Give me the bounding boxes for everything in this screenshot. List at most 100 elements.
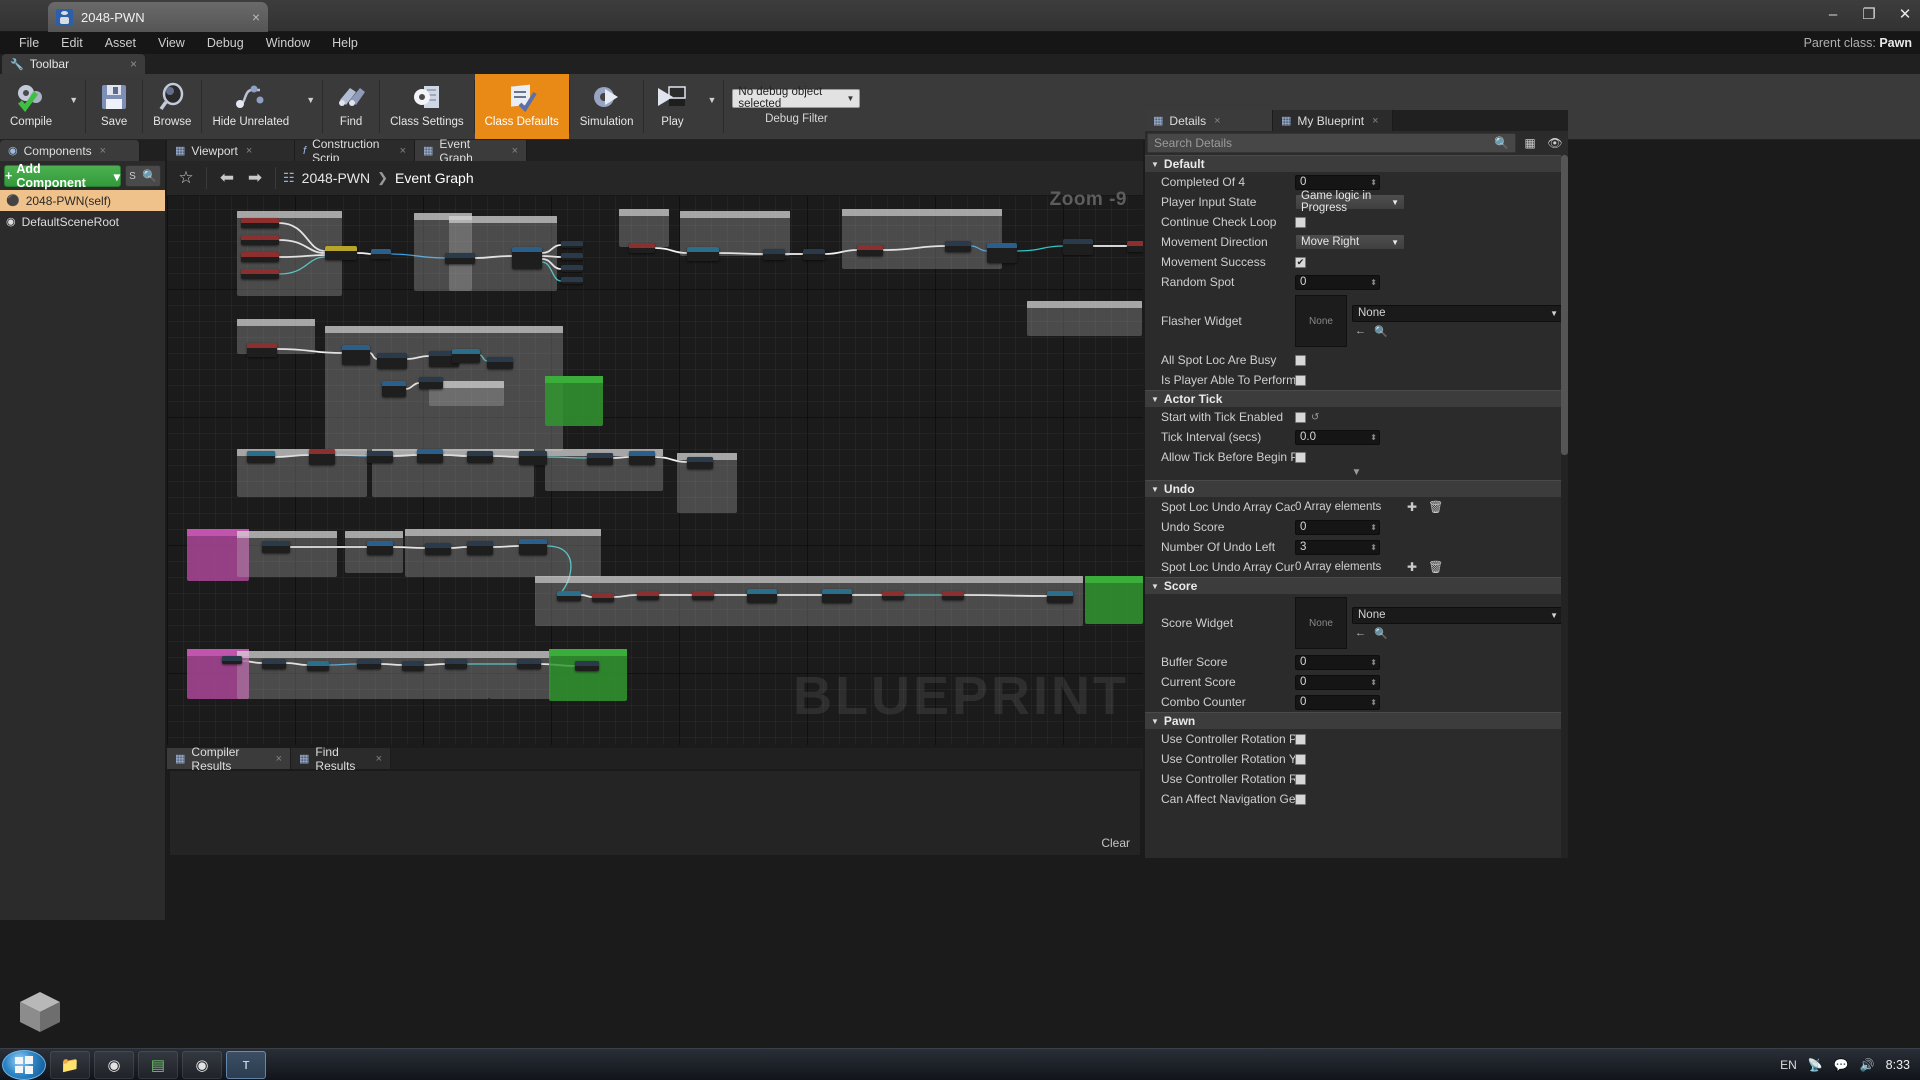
graph-node[interactable] (307, 661, 329, 671)
graph-node[interactable] (325, 246, 357, 260)
checkbox[interactable] (1295, 794, 1306, 805)
grid-view-icon[interactable]: ▦ (1519, 133, 1541, 153)
graph-node[interactable] (519, 451, 547, 465)
forward-arrow-icon[interactable]: ➡ (242, 165, 268, 191)
graph-node[interactable] (987, 243, 1017, 263)
menu-item-view[interactable]: View (147, 32, 196, 54)
windows-start-icon[interactable] (2, 1050, 46, 1080)
graph-node[interactable] (882, 591, 904, 600)
spinner-icon[interactable]: ⬍ (1370, 433, 1377, 442)
checkbox[interactable] (1295, 754, 1306, 765)
asset-dropdown[interactable]: None▼ (1352, 305, 1564, 322)
tab-components[interactable]: ◉ Components × (0, 140, 140, 161)
category-header-score[interactable]: ▼Score (1145, 577, 1568, 594)
magnifier-icon[interactable]: 🔍 (1374, 325, 1388, 338)
graph-node[interactable] (241, 235, 279, 245)
plus-icon[interactable]: ✚ (1404, 560, 1420, 574)
tab-close-icon[interactable]: × (376, 753, 382, 765)
graph-node[interactable] (687, 247, 719, 261)
graph-node[interactable] (512, 247, 542, 269)
number-field[interactable]: 0.0⬍ (1295, 430, 1380, 445)
graph-node[interactable] (417, 449, 443, 463)
close-button[interactable]: ✕ (1894, 4, 1916, 26)
asset-thumbnail[interactable]: None (1295, 295, 1347, 347)
graph-comment-box[interactable] (619, 209, 669, 247)
graph-comment-box[interactable] (237, 531, 337, 577)
component-item-0[interactable]: ⚫2048-PWN(self) (0, 190, 165, 211)
taskbar-editor-app[interactable]: ▤ (138, 1051, 178, 1079)
graph-node[interactable] (262, 659, 286, 669)
menu-item-window[interactable]: Window (255, 32, 321, 54)
components-tab-close-icon[interactable]: × (100, 145, 106, 157)
taskbar-chrome-app-2[interactable]: ◉ (182, 1051, 222, 1079)
toolbar-button-compile[interactable]: Compile (0, 74, 62, 139)
tab-close-icon[interactable]: × (246, 145, 252, 157)
graph-node[interactable] (561, 277, 583, 284)
graph-node[interactable] (367, 541, 393, 555)
toolbar-button-browse[interactable]: Browse (143, 74, 201, 139)
chevron-down-icon[interactable]: ▼ (700, 74, 723, 139)
spinner-icon[interactable]: ⬍ (1370, 278, 1377, 287)
checkbox[interactable] (1295, 734, 1306, 745)
graph-node[interactable] (247, 451, 275, 463)
number-field[interactable]: 0⬍ (1295, 675, 1380, 690)
toolbar-tab-close-icon[interactable]: × (130, 57, 137, 71)
plus-icon[interactable]: ✚ (1404, 500, 1420, 514)
tab-close-icon[interactable]: × (400, 145, 406, 157)
graph-node[interactable] (309, 449, 335, 465)
graph-node[interactable] (222, 656, 242, 664)
toolbar-button-class-settings[interactable]: Class Settings (380, 74, 474, 139)
graph-node[interactable] (763, 249, 785, 260)
checkbox[interactable]: ✔ (1295, 257, 1306, 268)
toolbar-button-save[interactable]: Save (86, 74, 142, 139)
menu-item-debug[interactable]: Debug (196, 32, 255, 54)
graph-node[interactable] (857, 245, 883, 256)
desktop-icon[interactable] (10, 980, 70, 1040)
graph-node[interactable] (377, 353, 407, 369)
toolbar-button-hide-unrelated[interactable]: Hide Unrelated (202, 74, 299, 139)
graph-node[interactable] (247, 343, 277, 357)
graph-node[interactable] (367, 451, 393, 463)
expand-more-icon[interactable]: ▼ (1145, 467, 1568, 480)
breadcrumb-root[interactable]: 2048-PWN (302, 170, 370, 186)
graph-node[interactable] (445, 253, 475, 264)
volume-icon[interactable]: 🔊 (1860, 1058, 1875, 1072)
graph-comment-box[interactable] (842, 209, 1002, 269)
spinner-icon[interactable]: ⬍ (1370, 698, 1377, 707)
document-tab-close-icon[interactable]: × (252, 9, 260, 25)
tab-close-icon[interactable]: × (1214, 115, 1220, 127)
graph-node[interactable] (587, 453, 613, 465)
checkbox[interactable] (1295, 375, 1306, 386)
details-list[interactable]: ▼DefaultCompleted Of 40⬍Player Input Sta… (1145, 155, 1568, 858)
graph-comment-box[interactable] (545, 376, 603, 426)
tab-my-blueprint[interactable]: ▦My Blueprint× (1273, 110, 1393, 131)
graph-node[interactable] (445, 659, 467, 669)
number-field[interactable]: 0⬍ (1295, 695, 1380, 710)
category-header-actor-tick[interactable]: ▼Actor Tick (1145, 390, 1568, 407)
graph-node[interactable] (357, 659, 381, 669)
language-indicator[interactable]: EN (1780, 1058, 1797, 1072)
spinner-icon[interactable]: ⬍ (1370, 658, 1377, 667)
tab-construction-scrip[interactable]: fConstruction Scrip× (295, 140, 415, 161)
number-field[interactable]: 0⬍ (1295, 520, 1380, 535)
parent-class-value[interactable]: Pawn (1879, 36, 1912, 50)
menu-item-file[interactable]: File (8, 32, 50, 54)
graph-node[interactable] (637, 591, 659, 600)
graph-node[interactable] (687, 457, 713, 469)
reset-icon[interactable]: ↺ (1311, 412, 1319, 423)
graph-node[interactable] (561, 241, 583, 248)
tab-close-icon[interactable]: × (1372, 115, 1378, 127)
checkbox[interactable] (1295, 774, 1306, 785)
graph-node[interactable] (262, 541, 290, 553)
graph-node[interactable] (425, 543, 451, 555)
taskbar-unreal-app[interactable]: ᴛ (226, 1051, 266, 1079)
graph-comment-box[interactable] (549, 649, 627, 701)
tab-event-graph[interactable]: ▦Event Graph× (415, 140, 527, 161)
dropdown[interactable]: Game logic in Progress▼ (1295, 194, 1405, 210)
graph-node[interactable] (822, 589, 852, 603)
search-icon[interactable]: 🔍 (1494, 136, 1509, 150)
document-tab[interactable]: 2048-PWN × (48, 2, 268, 32)
graph-node[interactable] (629, 451, 655, 465)
trash-icon[interactable]: 🗑 (1425, 500, 1446, 514)
spinner-icon[interactable]: ⬍ (1370, 523, 1377, 532)
